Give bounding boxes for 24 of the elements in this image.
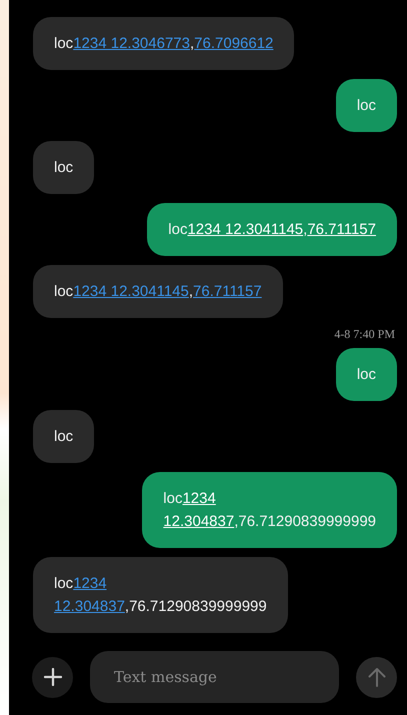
message-text: loc [54,159,74,176]
arrow-up-icon [368,667,386,687]
message-text: loc1234 12.3041145,76.711157 [168,221,376,238]
link[interactable]: 1234 12.3046773 [73,35,190,52]
message-text: loc [356,97,376,114]
message-text: loc [54,428,74,445]
link[interactable]: 12.304837 [163,513,234,530]
add-button[interactable] [32,656,73,698]
message-text: loc [356,366,376,383]
link[interactable]: 1234 12.3041145 [187,221,304,238]
link[interactable]: 1234 12.3041145 [73,283,189,300]
message-text: loc1234 12.3041145,76.711157 [54,283,262,300]
link[interactable]: 76.7096612 [194,35,274,52]
link[interactable]: 1234 [182,490,216,507]
link[interactable]: 1234 [73,575,107,592]
message-text: loc1234 12.304837,76.71290839999999 [54,575,267,615]
message-field[interactable]: Text message [90,651,339,703]
plus-icon [44,668,62,686]
link[interactable]: 76.711157 [193,283,262,300]
timestamp: 4-8 7:40 PM [334,327,395,342]
link[interactable]: 76.711157 [307,221,376,238]
message-text: loc1234 12.3046773,76.7096612 [54,35,274,52]
message-text: loc1234 12.304837,76.71290839999999 [163,490,376,530]
link[interactable]: 12.304837 [54,598,125,615]
